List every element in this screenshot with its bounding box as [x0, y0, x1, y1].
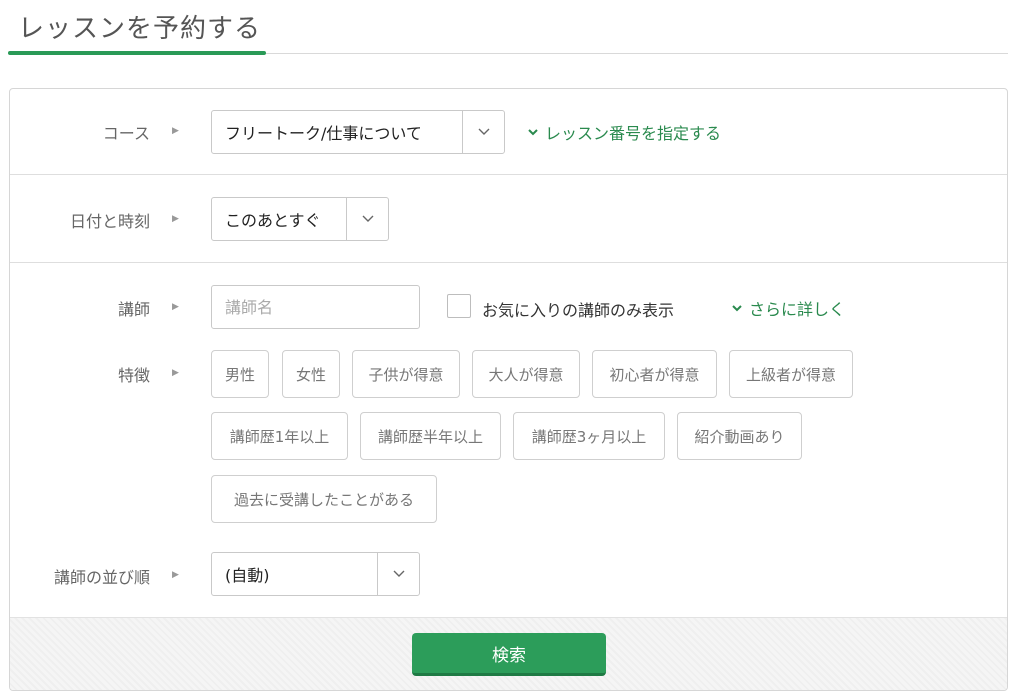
- course-select[interactable]: フリートーク/仕事について: [211, 110, 505, 154]
- search-button[interactable]: 検索: [412, 633, 606, 676]
- more-options-link[interactable]: さらに詳しく: [732, 296, 845, 320]
- tag-male[interactable]: 男性: [211, 350, 269, 398]
- triangle-right-icon: ▶: [172, 126, 179, 136]
- chevron-down-icon: [528, 128, 538, 135]
- tag-experience-1-year[interactable]: 講師歴1年以上: [211, 412, 348, 460]
- features-label: 特徴: [117, 366, 150, 385]
- reservation-form: コース ▶ フリートーク/仕事について レッスン番号を指定する 日付と時刻 ▶ …: [9, 88, 1008, 691]
- triangle-right-icon: ▶: [172, 368, 179, 378]
- tag-experience-half-year[interactable]: 講師歴半年以上: [360, 412, 501, 460]
- lesson-number-link[interactable]: レッスン番号を指定する: [528, 120, 721, 144]
- lesson-number-link-label: レッスン番号を指定する: [545, 124, 722, 143]
- row-divider: [10, 174, 1007, 175]
- tag-good-with-children[interactable]: 子供が得意: [352, 350, 460, 398]
- sort-label: 講師の並び順: [53, 568, 150, 587]
- more-options-link-label: さらに詳しく: [749, 300, 846, 319]
- chevron-down-icon: [377, 553, 419, 595]
- chevron-down-icon: [346, 198, 388, 240]
- course-label: コース: [102, 124, 150, 143]
- tag-female[interactable]: 女性: [282, 350, 340, 398]
- sort-select-value: (自動): [225, 566, 270, 585]
- tag-experience-3-months[interactable]: 講師歴3ヶ月以上: [513, 412, 665, 460]
- tag-good-with-adults[interactable]: 大人が得意: [472, 350, 580, 398]
- form-footer: 検索: [10, 617, 1007, 690]
- title-accent-bar: [8, 51, 266, 55]
- course-select-value: フリートーク/仕事について: [225, 124, 422, 143]
- triangle-right-icon: ▶: [172, 302, 179, 312]
- tag-good-with-beginners[interactable]: 初心者が得意: [592, 350, 717, 398]
- triangle-right-icon: ▶: [172, 214, 179, 224]
- tag-intro-video[interactable]: 紹介動画あり: [677, 412, 802, 460]
- favorites-checkbox[interactable]: [447, 294, 471, 318]
- page-title: レッスンを予約する: [18, 14, 262, 44]
- favorites-label[interactable]: お気に入りの講師のみ表示: [482, 297, 674, 321]
- datetime-select-value: このあとすぐ: [225, 211, 321, 230]
- triangle-right-icon: ▶: [172, 570, 179, 580]
- datetime-label: 日付と時刻: [69, 212, 150, 231]
- row-divider: [10, 262, 1007, 263]
- chevron-down-icon: [732, 304, 742, 311]
- sort-select[interactable]: (自動): [211, 552, 420, 596]
- tag-previously-taken[interactable]: 過去に受講したことがある: [211, 475, 437, 523]
- teacher-label: 講師: [117, 300, 150, 319]
- teacher-name-input[interactable]: [211, 285, 420, 329]
- chevron-down-icon: [462, 111, 504, 153]
- datetime-select[interactable]: このあとすぐ: [211, 197, 389, 241]
- tag-good-with-advanced[interactable]: 上級者が得意: [729, 350, 853, 398]
